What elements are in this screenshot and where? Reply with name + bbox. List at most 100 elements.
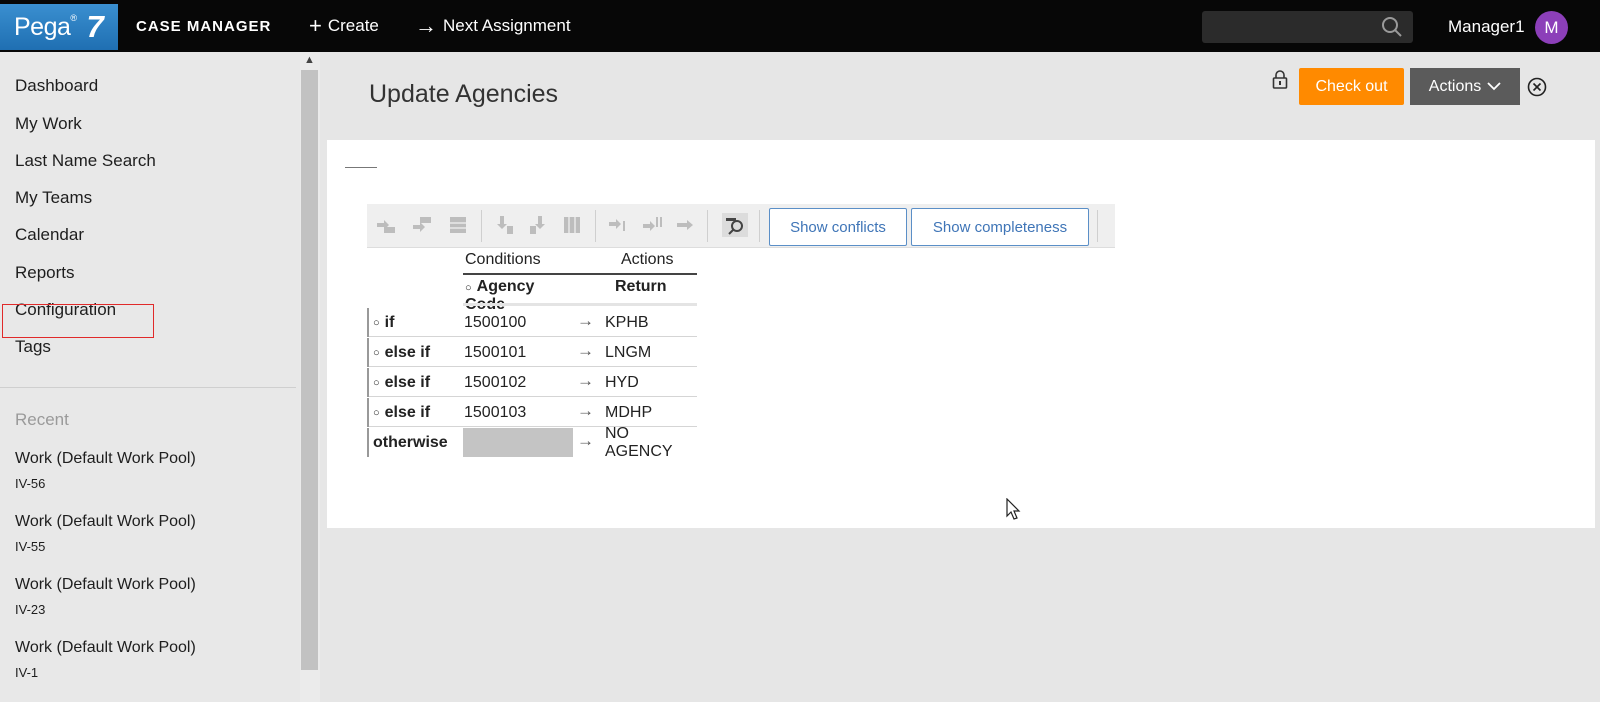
recent-item-id[interactable]: IV-55: [15, 539, 45, 554]
arrow-right-icon: →: [577, 431, 594, 450]
sidebar: Dashboard My Work Last Name Search My Te…: [0, 52, 300, 702]
logo-registered-mark: ®: [70, 12, 77, 23]
table-row-otherwise: otherwise → NO AGENCY: [367, 425, 697, 460]
create-button[interactable]: + Create: [309, 13, 379, 38]
next-assignment-button[interactable]: → Next Assignment: [415, 13, 571, 38]
show-completeness-button[interactable]: Show completeness: [911, 208, 1089, 246]
arrow-right-icon: →: [577, 371, 594, 390]
actions-group-header: Actions: [621, 251, 674, 268]
section-underline: [345, 167, 377, 168]
row-marker-icon: ○: [373, 346, 380, 359]
agency-code-cell[interactable]: 1500103: [463, 398, 573, 427]
table-row: ○ if 1500100 → KPHB: [367, 308, 697, 337]
recent-item-title[interactable]: Work (Default Work Pool): [15, 450, 196, 468]
chevron-down-icon: [1487, 82, 1501, 91]
test-icon[interactable]: [722, 213, 748, 237]
toolbar-separator: [707, 210, 708, 242]
delete-row-icon[interactable]: [447, 215, 469, 235]
row-label[interactable]: ○ else if: [367, 368, 463, 397]
check-out-button[interactable]: Check out: [1299, 68, 1404, 105]
search-input[interactable]: [1202, 11, 1413, 43]
insert-column-after-icon[interactable]: [527, 215, 549, 235]
insert-row-above-icon[interactable]: [375, 215, 397, 235]
decision-table-panel: Show conflicts Show completeness Conditi…: [327, 140, 1595, 528]
recent-item-id[interactable]: IV-1: [15, 665, 38, 680]
insert-action-before-icon[interactable]: [607, 215, 629, 235]
user-name[interactable]: Manager1: [1448, 17, 1525, 37]
app-name: CASE MANAGER: [136, 18, 272, 35]
header-divider: [463, 273, 697, 275]
top-bar: Pega® 7 CASE MANAGER + Create → Next Ass…: [0, 0, 1600, 52]
sidebar-item-my-teams[interactable]: My Teams: [15, 188, 92, 208]
toolbar-separator: [595, 210, 596, 242]
row-marker-icon: ○: [373, 316, 380, 329]
sidebar-item-tags[interactable]: Tags: [15, 337, 51, 357]
return-column-header[interactable]: Return: [615, 278, 667, 296]
plus-icon: +: [309, 13, 322, 38]
scroll-thumb[interactable]: [301, 70, 318, 670]
row-label[interactable]: ○ else if: [367, 398, 463, 427]
sidebar-item-calendar[interactable]: Calendar: [15, 225, 84, 245]
table-row: ○ else if 1500101 → LNGM: [367, 338, 697, 367]
close-icon[interactable]: [1527, 77, 1547, 97]
arrow-right-icon: →: [415, 13, 437, 38]
column-marker-icon: ○: [465, 282, 472, 294]
recent-heading: Recent: [15, 410, 69, 429]
actions-button[interactable]: Actions: [1410, 68, 1520, 105]
table-row: ○ else if 1500103 → MDHP: [367, 398, 697, 427]
return-cell[interactable]: KPHB: [605, 308, 649, 337]
next-assignment-label: Next Assignment: [443, 16, 571, 35]
insert-action-after-icon[interactable]: [641, 215, 663, 235]
arrow-right-icon: →: [577, 341, 594, 360]
recent-item-id[interactable]: IV-23: [15, 602, 45, 617]
lock-icon[interactable]: [1272, 70, 1288, 90]
page-title: Update Agencies: [369, 80, 559, 108]
mouse-cursor-icon: [1006, 498, 1021, 520]
row-label[interactable]: ○ if: [367, 308, 463, 337]
arrow-right-icon: →: [577, 401, 594, 420]
recent-item-title[interactable]: Work (Default Work Pool): [15, 513, 196, 531]
agency-code-cell[interactable]: 1500102: [463, 368, 573, 397]
recent-item-title[interactable]: Work (Default Work Pool): [15, 639, 196, 657]
logo-word: Pega: [14, 12, 71, 41]
return-cell[interactable]: NO AGENCY: [605, 425, 697, 460]
agency-code-cell[interactable]: 1500101: [463, 338, 573, 367]
sidebar-item-my-work[interactable]: My Work: [15, 114, 82, 134]
sidebar-item-last-name-search[interactable]: Last Name Search: [15, 151, 156, 171]
insert-column-before-icon[interactable]: [493, 215, 515, 235]
arrow-right-icon: →: [577, 311, 594, 330]
delete-column-icon[interactable]: [561, 215, 583, 235]
decision-table-toolbar: Show conflicts Show completeness: [367, 204, 1115, 248]
sidebar-item-dashboard[interactable]: Dashboard: [15, 76, 98, 96]
create-label: Create: [327, 16, 379, 35]
delete-action-icon[interactable]: [675, 215, 697, 235]
logo-version: 7: [86, 9, 104, 44]
header-divider: [463, 303, 697, 306]
return-cell[interactable]: MDHP: [605, 398, 652, 427]
recent-item-id[interactable]: IV-56: [15, 476, 45, 491]
insert-row-below-icon[interactable]: [411, 215, 433, 235]
recent-item-title[interactable]: Work (Default Work Pool): [15, 576, 196, 594]
row-marker-icon: ○: [373, 376, 380, 389]
agency-code-cell-disabled: [463, 428, 573, 457]
configuration-highlight: [2, 304, 154, 338]
toolbar-separator: [759, 210, 760, 242]
avatar[interactable]: M: [1535, 11, 1568, 44]
actions-label: Actions: [1428, 77, 1482, 95]
sidebar-scrollbar[interactable]: ▲: [300, 52, 320, 702]
agency-code-cell[interactable]: 1500100: [463, 308, 573, 337]
toolbar-separator: [481, 210, 482, 242]
pega-logo[interactable]: Pega® 7: [0, 4, 118, 50]
row-label[interactable]: ○ else if: [367, 338, 463, 367]
scroll-up-icon[interactable]: ▲: [304, 54, 315, 66]
return-cell[interactable]: HYD: [605, 368, 639, 397]
row-label[interactable]: otherwise: [367, 428, 463, 457]
table-row: ○ else if 1500102 → HYD: [367, 368, 697, 397]
return-cell[interactable]: LNGM: [605, 338, 651, 367]
search-icon[interactable]: [1381, 16, 1403, 38]
sidebar-item-reports[interactable]: Reports: [15, 263, 75, 283]
row-marker-icon: ○: [373, 406, 380, 419]
conditions-group-header: Conditions: [465, 251, 541, 268]
show-conflicts-button[interactable]: Show conflicts: [769, 208, 907, 246]
toolbar-separator: [1097, 210, 1098, 242]
